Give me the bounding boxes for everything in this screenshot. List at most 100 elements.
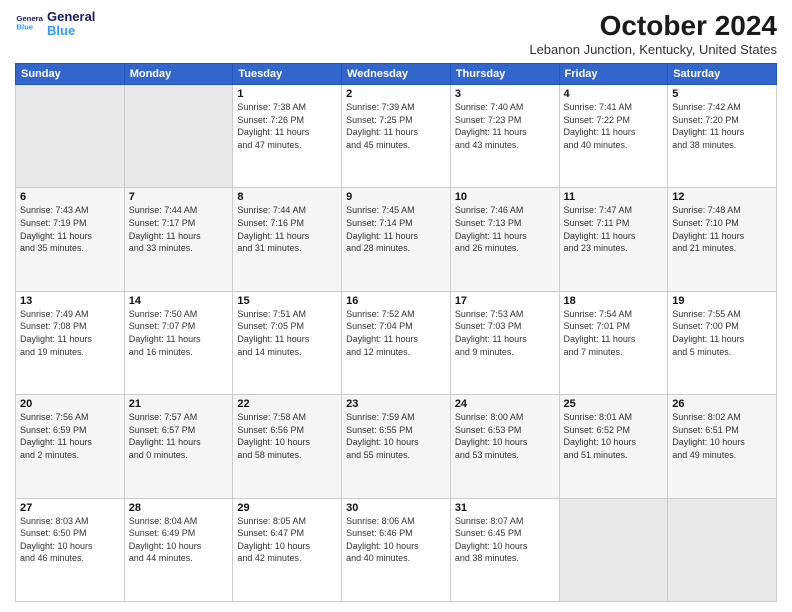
calendar-day-cell [668,498,777,601]
day-info: Sunrise: 7:47 AM Sunset: 7:11 PM Dayligh… [564,204,664,254]
day-info: Sunrise: 7:51 AM Sunset: 7:05 PM Dayligh… [237,308,337,358]
day-info: Sunrise: 7:49 AM Sunset: 7:08 PM Dayligh… [20,308,120,358]
calendar-day-cell: 21Sunrise: 7:57 AM Sunset: 6:57 PM Dayli… [124,395,233,498]
weekday-header: Tuesday [233,64,342,85]
calendar-day-cell: 29Sunrise: 8:05 AM Sunset: 6:47 PM Dayli… [233,498,342,601]
day-number: 2 [346,88,446,100]
day-number: 12 [672,191,772,203]
calendar-day-cell: 25Sunrise: 8:01 AM Sunset: 6:52 PM Dayli… [559,395,668,498]
logo-text-line1: General [47,10,95,24]
calendar-day-cell: 10Sunrise: 7:46 AM Sunset: 7:13 PM Dayli… [450,188,559,291]
day-info: Sunrise: 7:58 AM Sunset: 6:56 PM Dayligh… [237,411,337,461]
day-number: 24 [455,398,555,410]
day-number: 17 [455,295,555,307]
day-info: Sunrise: 7:46 AM Sunset: 7:13 PM Dayligh… [455,204,555,254]
calendar-day-cell: 14Sunrise: 7:50 AM Sunset: 7:07 PM Dayli… [124,291,233,394]
weekday-header: Saturday [668,64,777,85]
day-info: Sunrise: 8:01 AM Sunset: 6:52 PM Dayligh… [564,411,664,461]
day-number: 14 [129,295,229,307]
day-number: 28 [129,502,229,514]
day-number: 5 [672,88,772,100]
calendar-day-cell: 17Sunrise: 7:53 AM Sunset: 7:03 PM Dayli… [450,291,559,394]
calendar-day-cell: 24Sunrise: 8:00 AM Sunset: 6:53 PM Dayli… [450,395,559,498]
calendar-week-row: 1Sunrise: 7:38 AM Sunset: 7:26 PM Daylig… [16,85,777,188]
day-info: Sunrise: 7:56 AM Sunset: 6:59 PM Dayligh… [20,411,120,461]
calendar-day-cell: 3Sunrise: 7:40 AM Sunset: 7:23 PM Daylig… [450,85,559,188]
calendar-day-cell: 2Sunrise: 7:39 AM Sunset: 7:25 PM Daylig… [342,85,451,188]
day-number: 9 [346,191,446,203]
day-number: 20 [20,398,120,410]
calendar-day-cell [559,498,668,601]
weekday-header: Friday [559,64,668,85]
calendar-day-cell: 20Sunrise: 7:56 AM Sunset: 6:59 PM Dayli… [16,395,125,498]
day-number: 1 [237,88,337,100]
calendar-day-cell: 6Sunrise: 7:43 AM Sunset: 7:19 PM Daylig… [16,188,125,291]
day-info: Sunrise: 8:04 AM Sunset: 6:49 PM Dayligh… [129,515,229,565]
day-info: Sunrise: 8:07 AM Sunset: 6:45 PM Dayligh… [455,515,555,565]
calendar-day-cell: 31Sunrise: 8:07 AM Sunset: 6:45 PM Dayli… [450,498,559,601]
day-info: Sunrise: 7:53 AM Sunset: 7:03 PM Dayligh… [455,308,555,358]
calendar-day-cell: 16Sunrise: 7:52 AM Sunset: 7:04 PM Dayli… [342,291,451,394]
calendar-day-cell: 13Sunrise: 7:49 AM Sunset: 7:08 PM Dayli… [16,291,125,394]
weekday-header: Sunday [16,64,125,85]
day-number: 11 [564,191,664,203]
weekday-header: Thursday [450,64,559,85]
page: General Blue General Blue October 2024 L… [0,0,792,612]
day-number: 18 [564,295,664,307]
day-number: 19 [672,295,772,307]
day-number: 29 [237,502,337,514]
calendar-day-cell [124,85,233,188]
day-number: 22 [237,398,337,410]
day-number: 8 [237,191,337,203]
calendar-table: SundayMondayTuesdayWednesdayThursdayFrid… [15,63,777,602]
calendar-day-cell: 8Sunrise: 7:44 AM Sunset: 7:16 PM Daylig… [233,188,342,291]
calendar-week-row: 6Sunrise: 7:43 AM Sunset: 7:19 PM Daylig… [16,188,777,291]
calendar-day-cell: 1Sunrise: 7:38 AM Sunset: 7:26 PM Daylig… [233,85,342,188]
calendar-day-cell [16,85,125,188]
day-info: Sunrise: 7:59 AM Sunset: 6:55 PM Dayligh… [346,411,446,461]
title-area: October 2024 Lebanon Junction, Kentucky,… [529,10,777,57]
day-info: Sunrise: 7:41 AM Sunset: 7:22 PM Dayligh… [564,101,664,151]
day-info: Sunrise: 7:40 AM Sunset: 7:23 PM Dayligh… [455,101,555,151]
day-info: Sunrise: 7:44 AM Sunset: 7:16 PM Dayligh… [237,204,337,254]
day-number: 30 [346,502,446,514]
day-info: Sunrise: 7:50 AM Sunset: 7:07 PM Dayligh… [129,308,229,358]
calendar-day-cell: 15Sunrise: 7:51 AM Sunset: 7:05 PM Dayli… [233,291,342,394]
calendar-day-cell: 26Sunrise: 8:02 AM Sunset: 6:51 PM Dayli… [668,395,777,498]
day-number: 7 [129,191,229,203]
header: General Blue General Blue October 2024 L… [15,10,777,57]
day-info: Sunrise: 8:05 AM Sunset: 6:47 PM Dayligh… [237,515,337,565]
day-info: Sunrise: 7:52 AM Sunset: 7:04 PM Dayligh… [346,308,446,358]
calendar-week-row: 20Sunrise: 7:56 AM Sunset: 6:59 PM Dayli… [16,395,777,498]
day-number: 23 [346,398,446,410]
day-info: Sunrise: 8:00 AM Sunset: 6:53 PM Dayligh… [455,411,555,461]
calendar-week-row: 13Sunrise: 7:49 AM Sunset: 7:08 PM Dayli… [16,291,777,394]
day-info: Sunrise: 7:48 AM Sunset: 7:10 PM Dayligh… [672,204,772,254]
day-number: 27 [20,502,120,514]
calendar-week-row: 27Sunrise: 8:03 AM Sunset: 6:50 PM Dayli… [16,498,777,601]
day-info: Sunrise: 7:38 AM Sunset: 7:26 PM Dayligh… [237,101,337,151]
day-info: Sunrise: 7:55 AM Sunset: 7:00 PM Dayligh… [672,308,772,358]
month-title: October 2024 [529,10,777,42]
day-number: 21 [129,398,229,410]
svg-text:Blue: Blue [16,23,33,32]
calendar-day-cell: 28Sunrise: 8:04 AM Sunset: 6:49 PM Dayli… [124,498,233,601]
day-info: Sunrise: 7:45 AM Sunset: 7:14 PM Dayligh… [346,204,446,254]
calendar-day-cell: 12Sunrise: 7:48 AM Sunset: 7:10 PM Dayli… [668,188,777,291]
logo-icon: General Blue [15,10,43,38]
calendar-header-row: SundayMondayTuesdayWednesdayThursdayFrid… [16,64,777,85]
calendar-day-cell: 19Sunrise: 7:55 AM Sunset: 7:00 PM Dayli… [668,291,777,394]
day-info: Sunrise: 7:43 AM Sunset: 7:19 PM Dayligh… [20,204,120,254]
calendar-day-cell: 7Sunrise: 7:44 AM Sunset: 7:17 PM Daylig… [124,188,233,291]
day-number: 13 [20,295,120,307]
day-info: Sunrise: 8:03 AM Sunset: 6:50 PM Dayligh… [20,515,120,565]
day-info: Sunrise: 8:06 AM Sunset: 6:46 PM Dayligh… [346,515,446,565]
day-number: 15 [237,295,337,307]
location-title: Lebanon Junction, Kentucky, United State… [529,42,777,57]
day-number: 26 [672,398,772,410]
weekday-header: Monday [124,64,233,85]
day-info: Sunrise: 7:44 AM Sunset: 7:17 PM Dayligh… [129,204,229,254]
day-info: Sunrise: 7:42 AM Sunset: 7:20 PM Dayligh… [672,101,772,151]
day-number: 31 [455,502,555,514]
day-info: Sunrise: 7:54 AM Sunset: 7:01 PM Dayligh… [564,308,664,358]
